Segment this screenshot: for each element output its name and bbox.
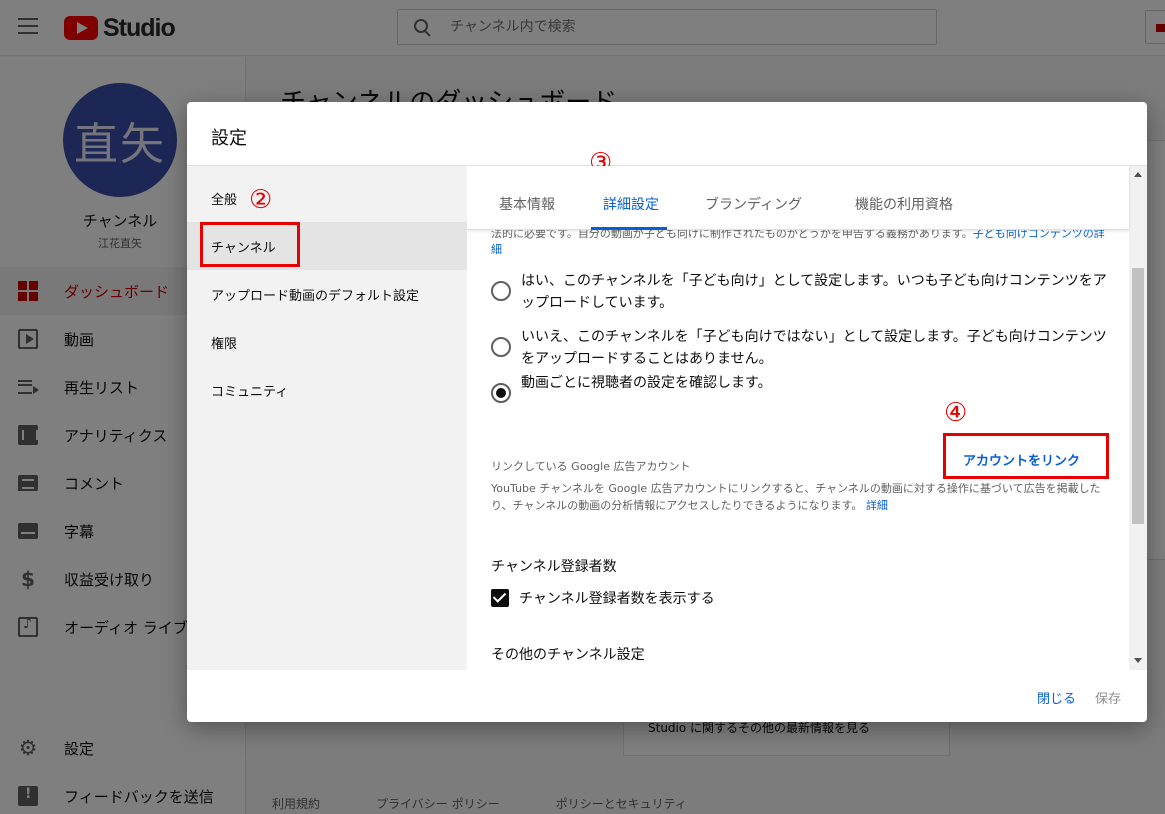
dialog-footer: 閉じる 保存 (187, 670, 1147, 722)
audience-option-not-kids[interactable]: いいえ、このチャンネルを「子ども向けではない」として設定します。子ども向けコンテ… (491, 326, 1111, 370)
settings-dialog: 設定 全般 チャンネル アップロード動画のデフォルト設定 権限 コミュニティ 法… (187, 102, 1147, 722)
radio-button[interactable] (491, 281, 511, 301)
checkbox-label: チャンネル登録者数を表示する (519, 591, 715, 607)
audience-option-kids[interactable]: はい、このチャンネルを「子ども向け」として設定します。いつも子ども向けコンテンツ… (491, 270, 1111, 314)
learn-more-link[interactable]: 詳細 (866, 499, 888, 512)
audience-option-per-video[interactable]: 動画ごとに視聴者の設定を確認します。 (491, 372, 1111, 403)
scrollbar[interactable] (1129, 166, 1147, 670)
settings-nav-upload-defaults[interactable]: アップロード動画のデフォルト設定 (187, 270, 467, 318)
scrollbar-thumb[interactable] (1132, 268, 1144, 524)
audience-intro-text: 法的に必要です。自分の動画が子ども向けに制作されたものかどうかを申告する義務があ… (491, 226, 1111, 258)
radio-button-selected[interactable] (491, 383, 511, 403)
google-ads-description: YouTube チャンネルを Google 広告アカウントにリンクすると、チャン… (491, 480, 1103, 514)
tab-advanced-settings[interactable]: 詳細設定 (603, 194, 659, 214)
dialog-body: 全般 チャンネル アップロード動画のデフォルト設定 権限 コミュニティ 法的に必… (187, 165, 1147, 670)
radio-label: いいえ、このチャンネルを「子ども向けではない」として設定します。子ども向けコンテ… (521, 329, 1107, 367)
scroll-up-arrow-icon[interactable] (1134, 172, 1142, 177)
annotation-box-channel (200, 222, 300, 267)
annotation-number-2: ② (249, 185, 273, 215)
active-tab-indicator (591, 227, 667, 230)
subscriber-count-title: チャンネル登録者数 (491, 559, 617, 575)
google-ads-description-text: YouTube チャンネルを Google 広告アカウントにリンクすると、チャン… (491, 482, 1101, 512)
settings-nav-general[interactable]: 全般 (187, 174, 467, 222)
tab-feature-eligibility[interactable]: 機能の利用資格 (855, 194, 953, 214)
show-subscriber-count-row[interactable]: チャンネル登録者数を表示する (491, 588, 715, 608)
close-button[interactable]: 閉じる (1037, 688, 1076, 707)
settings-content: 法的に必要です。自分の動画が子ども向けに制作されたものかどうかを申告する義務があ… (467, 166, 1147, 670)
save-button[interactable]: 保存 (1095, 688, 1121, 707)
settings-tabs: 基本情報 詳細設定 ブランディング 機能の利用資格 (467, 166, 1129, 230)
radio-label: 動画ごとに視聴者の設定を確認します。 (521, 375, 772, 391)
tab-basic-info[interactable]: 基本情報 (499, 194, 555, 214)
settings-nav-permissions[interactable]: 権限 (187, 318, 467, 366)
settings-nav-community[interactable]: コミュニティ (187, 366, 467, 414)
other-settings-title: その他のチャンネル設定 (491, 647, 645, 663)
checkbox-checked[interactable] (491, 589, 509, 607)
dialog-title: 設定 (211, 128, 247, 149)
annotation-box-link-account (943, 433, 1109, 479)
tab-branding[interactable]: ブランディング (705, 194, 802, 214)
radio-button[interactable] (491, 337, 511, 357)
annotation-number-4: ④ (944, 398, 968, 428)
scroll-down-arrow-icon[interactable] (1134, 658, 1142, 663)
radio-label: はい、このチャンネルを「子ども向け」として設定します。いつも子ども向けコンテンツ… (521, 273, 1107, 311)
google-ads-label: リンクしている Google 広告アカウント (491, 460, 691, 473)
